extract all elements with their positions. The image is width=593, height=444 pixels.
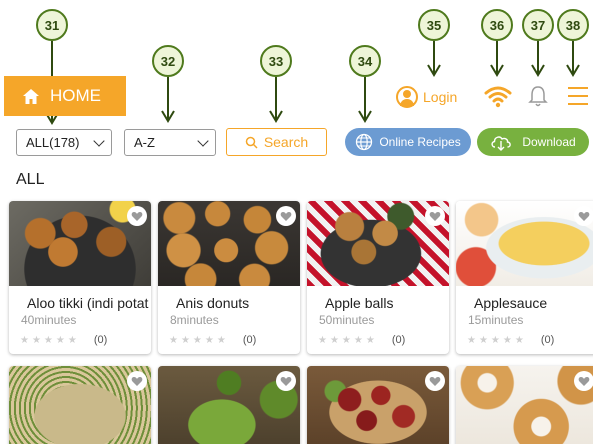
callout-32: 32 (152, 45, 184, 123)
star-icon: ★★★★★ (318, 334, 378, 346)
heart-icon (578, 376, 590, 386)
callout-37: 37 (522, 9, 554, 77)
callout-label: 35 (418, 9, 450, 41)
recipe-time: 50minutes (319, 313, 375, 327)
sort-value: A-Z (134, 135, 155, 150)
callout-label: 33 (260, 45, 292, 77)
hamburger-menu-icon[interactable] (568, 87, 588, 111)
favorite-button[interactable] (425, 371, 445, 391)
recipe-rating: ★★★★★ (0) (467, 334, 593, 346)
section-title: ALL (16, 171, 45, 188)
heart-icon (429, 376, 441, 386)
recipe-card[interactable]: Anis donuts 8minutes ★★★★★ (0) (158, 201, 300, 354)
sort-dropdown[interactable]: A-Z (124, 129, 216, 156)
callout-arrow-icon (531, 41, 545, 77)
recipe-card[interactable] (9, 366, 151, 444)
callout-35: 35 (418, 9, 450, 77)
recipe-rating: ★★★★★ (0) (20, 334, 151, 346)
callout-label: 31 (36, 9, 68, 41)
callout-label: 37 (522, 9, 554, 41)
recipe-title: Aloo tikki (indi potato (27, 295, 149, 311)
callout-arrow-icon (161, 77, 175, 123)
heart-icon (280, 211, 292, 221)
bell-icon[interactable] (528, 84, 548, 108)
favorite-button[interactable] (276, 206, 296, 226)
rating-count: (0) (242, 334, 257, 346)
user-icon (396, 86, 418, 108)
download-button[interactable]: Download (477, 128, 589, 156)
callout-arrow-icon (358, 77, 372, 123)
recipe-card[interactable]: Applesauce 15minutes ★★★★★ (0) (456, 201, 593, 354)
recipe-title: Apple balls (325, 295, 394, 311)
search-icon (245, 136, 258, 149)
chevron-down-icon (93, 134, 105, 147)
star-icon: ★★★★★ (20, 334, 80, 346)
home-button[interactable]: HOME (4, 76, 126, 116)
online-recipes-label: Online Recipes (379, 135, 461, 149)
recipe-time: 15minutes (468, 313, 524, 327)
star-icon: ★★★★★ (169, 334, 229, 346)
callout-31: 31 (36, 9, 68, 125)
rating-count: (0) (93, 334, 108, 346)
login-label: Login (423, 89, 458, 105)
online-recipes-button[interactable]: Online Recipes (345, 128, 471, 156)
recipe-app-screen: 31 32 33 34 35 36 37 38 HOME Login ALL(1… (0, 0, 593, 444)
recipe-card[interactable] (158, 366, 300, 444)
cloud-download-icon (491, 136, 512, 151)
globe-icon (356, 133, 373, 151)
favorite-button[interactable] (574, 206, 593, 226)
callout-label: 38 (557, 9, 589, 41)
recipe-rating: ★★★★★ (0) (169, 334, 300, 346)
heart-icon (131, 376, 143, 386)
star-icon: ★★★★★ (467, 334, 527, 346)
category-dropdown[interactable]: ALL(178) (16, 129, 112, 156)
callout-arrow-icon (490, 41, 504, 77)
heart-icon (280, 376, 292, 386)
callout-36: 36 (481, 9, 513, 77)
recipe-time: 40minutes (21, 313, 77, 327)
recipe-image (456, 366, 593, 444)
callout-34: 34 (349, 45, 381, 123)
search-label: Search (263, 134, 309, 150)
home-label: HOME (50, 86, 101, 105)
favorite-button[interactable] (127, 206, 147, 226)
callout-label: 34 (349, 45, 381, 77)
recipe-card[interactable]: Apple balls 50minutes ★★★★★ (0) (307, 201, 449, 354)
heart-icon (578, 211, 590, 221)
search-button[interactable]: Search (226, 128, 327, 156)
callout-38: 38 (557, 9, 589, 77)
home-icon (23, 88, 39, 104)
recipe-card[interactable] (307, 366, 449, 444)
callout-arrow-icon (427, 41, 441, 77)
rating-count: (0) (391, 334, 406, 346)
recipe-title: Anis donuts (176, 295, 250, 311)
favorite-button[interactable] (127, 371, 147, 391)
callout-arrow-icon (269, 77, 283, 123)
category-value: ALL(178) (26, 135, 80, 150)
wifi-icon[interactable] (484, 84, 512, 108)
heart-icon (131, 211, 143, 221)
recipe-rating: ★★★★★ (0) (318, 334, 449, 346)
rating-count: (0) (540, 334, 555, 346)
callout-arrow-icon (566, 41, 580, 77)
favorite-button[interactable] (574, 371, 593, 391)
favorite-button[interactable] (425, 206, 445, 226)
callout-33: 33 (260, 45, 292, 123)
login-button[interactable]: Login (396, 84, 457, 110)
chevron-down-icon (197, 134, 209, 147)
recipe-image (456, 201, 593, 286)
favorite-button[interactable] (276, 371, 296, 391)
callout-label: 32 (152, 45, 184, 77)
download-label: Download (522, 135, 576, 149)
recipe-title: Applesauce (474, 295, 548, 311)
recipe-card[interactable] (456, 366, 593, 444)
callout-label: 36 (481, 9, 513, 41)
heart-icon (429, 211, 441, 221)
recipe-time: 8minutes (170, 313, 219, 327)
recipe-card[interactable]: Aloo tikki (indi potato 40minutes ★★★★★ (… (9, 201, 151, 354)
